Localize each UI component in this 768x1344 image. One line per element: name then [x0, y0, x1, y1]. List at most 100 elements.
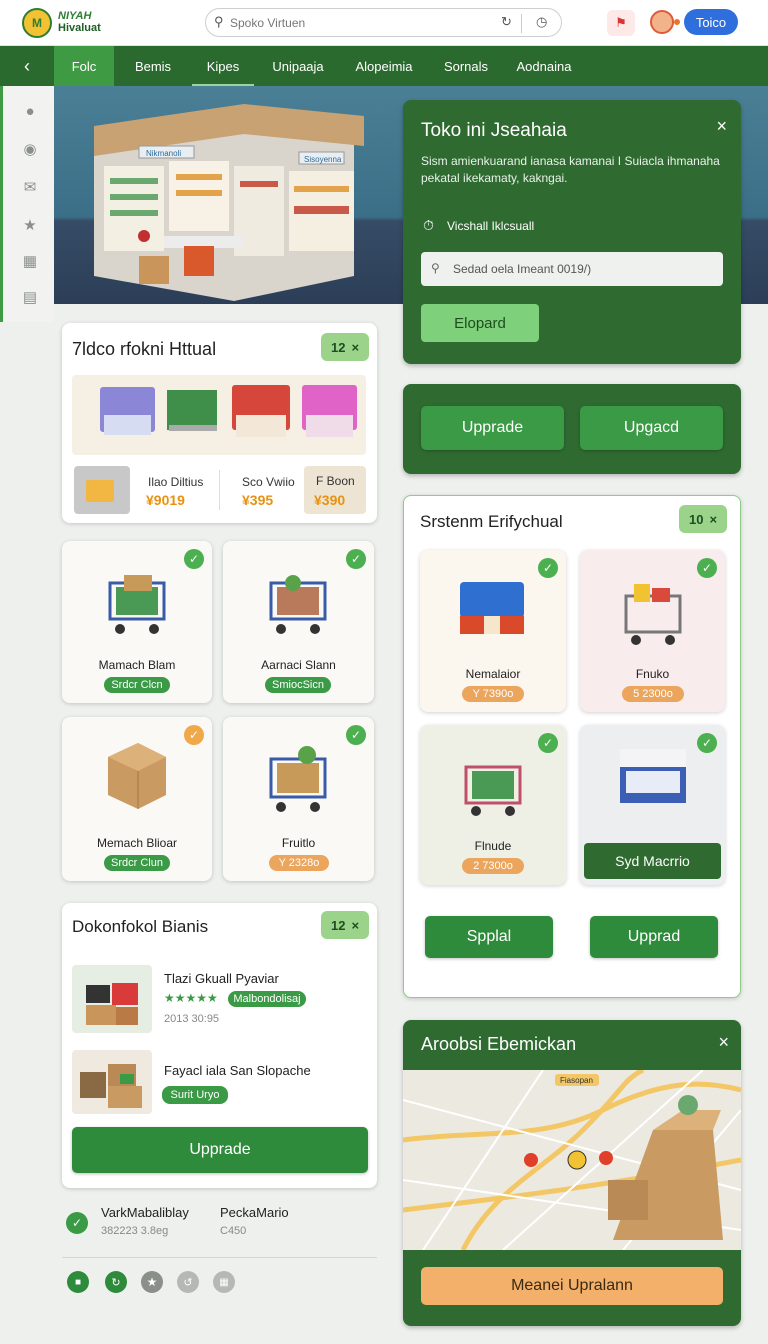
box-icon — [108, 743, 166, 809]
search-input[interactable]: Spoko Virtuen — [230, 16, 305, 30]
main-nav: ‹ Folc Bemis Kipes Unipaaja Alopeimia So… — [0, 46, 768, 86]
list-item1-image — [72, 965, 152, 1033]
logo[interactable]: M — [22, 8, 52, 38]
list-card: Dokonfokol Bianis 12 × Tlazi Gkuall Pyavi… — [62, 903, 377, 1188]
avatar[interactable] — [650, 10, 674, 34]
system-badge[interactable]: 10 × — [679, 505, 727, 533]
system-button-1[interactable]: Spplal — [425, 916, 553, 958]
system-button-2[interactable]: Upprad — [590, 916, 718, 958]
refresh-icon[interactable]: ↻ — [105, 1271, 127, 1293]
tab-folc[interactable]: Folc — [54, 46, 114, 86]
cart-icon — [624, 584, 682, 645]
user-icon[interactable]: ● — [17, 98, 43, 124]
system-card: Srstenm Erifychual 10 × ✓ Nemalaior Y 739… — [403, 495, 741, 998]
user-button[interactable]: Toico — [684, 9, 738, 35]
close-icon[interactable]: × — [718, 1032, 729, 1053]
product-card-2[interactable]: ✓ Aarnaci Slann SmiocSicn — [223, 541, 374, 703]
star-icon[interactable]: ★ — [17, 212, 43, 238]
stat2-label: Sco Vwiio — [242, 475, 295, 489]
logo-line1: NIYAH — [58, 10, 92, 22]
delivery-title: Aroobsi Ebemickan — [421, 1034, 577, 1054]
close-icon: × — [351, 339, 360, 355]
stat3-value: ¥390 — [314, 492, 346, 508]
cart-icon — [269, 746, 327, 812]
product-price: Y 2328o — [269, 855, 329, 871]
system-item-3[interactable]: ✓ Flnude 2 7300o — [420, 725, 566, 885]
top-bar: M NIYAH Hivaluat ⚲ Spoko Virtuen ↻ ◷ ⚑ T… — [0, 0, 768, 46]
popup-button[interactable]: Elopard — [421, 304, 539, 342]
close-icon[interactable]: × — [716, 116, 727, 137]
search-icon: ⚲ — [214, 14, 224, 29]
product-tag: Srdcr Clun — [104, 855, 170, 871]
notification-icon[interactable]: ⚑ — [607, 10, 635, 36]
upgrade-button-2[interactable]: Upgacd — [580, 406, 723, 450]
home-icon[interactable]: ■ — [67, 1271, 89, 1293]
upgrade-panel: Upprade Upgacd — [403, 384, 741, 474]
info-popup: Toko ini Jseahaia × Sism amienkuarand ia… — [403, 100, 741, 364]
tab-bemis[interactable]: Bemis — [114, 46, 192, 86]
footer-col2-title: PeckaMario — [220, 1205, 289, 1220]
grid-icon[interactable]: ▦ — [17, 248, 43, 274]
system-card-title: Srstenm Erifychual — [420, 512, 563, 531]
cart-icon — [269, 575, 327, 634]
popup-input[interactable]: ⚲ Sedad oela Imeant 0019/) — [421, 252, 723, 286]
stat-divider — [219, 470, 220, 510]
document-icon[interactable]: ▤ — [17, 284, 43, 310]
system-item-1[interactable]: ✓ Nemalaior Y 7390o — [420, 550, 566, 712]
store-badge[interactable]: 12 × — [321, 333, 369, 361]
list-item2-image — [72, 1050, 152, 1114]
product-card-4[interactable]: ✓ Fruitlo Y 2328o — [223, 717, 374, 881]
tab-kipes[interactable]: Kipes — [192, 46, 254, 86]
sync-icon[interactable]: ↺ — [177, 1271, 199, 1293]
calendar-icon[interactable]: ▦ — [213, 1271, 235, 1293]
footer-divider — [62, 1257, 377, 1258]
product-card-3[interactable]: ✓ Memach Blioar Srdcr Clun — [62, 717, 212, 881]
footer-col1-sub: 382223 3.8eg — [101, 1225, 169, 1237]
list-item1-title: Tlazi Gkuall Pyaviar — [164, 971, 279, 986]
refresh-icon[interactable]: ↻ — [501, 14, 512, 30]
system-item-name: Fnuko — [635, 667, 670, 681]
status-dot — [674, 19, 680, 25]
delivery-button[interactable]: Meanei Upralann — [421, 1267, 723, 1305]
back-icon[interactable]: ‹ — [0, 46, 54, 86]
search-box[interactable]: ⚲ Spoko Virtuen ↻ ◷ — [205, 8, 562, 37]
check-icon: ✓ — [538, 733, 558, 753]
cart-icon — [464, 765, 522, 816]
stat1-label: Ilao Diltius — [148, 475, 204, 489]
tab-alopeimia[interactable]: Alopeimia — [342, 46, 426, 86]
upgrade-button-1[interactable]: Upprade — [421, 406, 564, 450]
product-tag: SmiocSicn — [265, 677, 331, 693]
logo-mark: M — [32, 16, 42, 30]
system-item-button[interactable]: Syd Macrrio — [584, 843, 721, 879]
list-upgrade-button[interactable]: Upprade — [72, 1127, 368, 1173]
stat1-value: ¥9019 — [146, 492, 185, 508]
profile-icon[interactable]: ◉ — [17, 136, 43, 162]
box-thumbnail — [74, 466, 130, 514]
check-icon: ✓ — [346, 725, 366, 745]
star-icon[interactable]: ★ — [141, 1271, 163, 1293]
system-item-price: 5 2300o — [622, 686, 684, 702]
logo-line2: Hivaluat — [58, 22, 101, 34]
kiosk-icon — [620, 749, 686, 803]
list-badge[interactable]: 12 × — [321, 911, 369, 939]
product-tag: Srdcr Clcn — [104, 677, 170, 693]
store-card: 7ldco rfokni Httual 12 × Ilao Diltius ¥90… — [62, 323, 377, 523]
product-name: Fruitlo — [281, 836, 316, 850]
system-item-4[interactable]: ✓ Syd Macrrio — [580, 725, 725, 885]
tab-unipaaja[interactable]: Unipaaja — [254, 46, 342, 86]
sign-left: Nikmanoli — [146, 149, 181, 158]
system-item-price: Y 7390o — [462, 686, 524, 702]
system-item-name: Flnude — [474, 839, 512, 853]
clock-icon[interactable]: ◷ — [536, 14, 547, 30]
check-icon: ✓ — [538, 558, 558, 578]
product-card-1[interactable]: ✓ Mamach Blam Srdcr Clcn — [62, 541, 212, 703]
system-item-2[interactable]: ✓ Fnuko 5 2300o — [580, 550, 725, 712]
chat-icon[interactable]: ✉ — [17, 174, 43, 200]
store-card-title: 7ldco rfokni Httual — [72, 339, 217, 359]
delivery-map[interactable]: Fiasopan — [403, 1070, 741, 1250]
rating-stars: ★★★★★ — [164, 991, 218, 1005]
list-item2-title: Fayacl iala San Slopache — [164, 1063, 311, 1078]
tab-aodnaina[interactable]: Aodnaina — [506, 46, 582, 86]
product-name: Mamach Blam — [98, 658, 176, 672]
tab-sornals[interactable]: Sornals — [426, 46, 506, 86]
